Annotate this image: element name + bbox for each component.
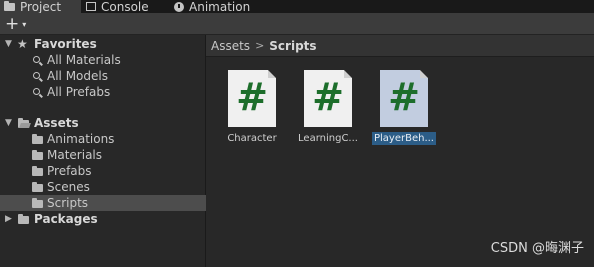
asset-grid: # Character # LearningC... # PlayerBeh..… <box>206 57 594 267</box>
window-tab-bar: Project Console Animation <box>0 0 594 14</box>
sidebar-item-label: Scenes <box>47 180 90 194</box>
breadcrumb-scripts[interactable]: Scripts <box>269 39 316 53</box>
project-sidebar: ▼ ★ Favorites All Materials All Models A… <box>0 35 206 267</box>
tab-console[interactable]: Console <box>86 0 149 14</box>
search-icon <box>33 56 40 63</box>
asset-label-selected: PlayerBeh... <box>371 132 436 145</box>
folder-icon <box>32 134 43 144</box>
asset-item-playerbeh[interactable]: # PlayerBeh... <box>366 70 442 150</box>
console-icon <box>86 2 96 11</box>
folder-icon <box>32 150 43 160</box>
sidebar-item-all-materials[interactable]: All Materials <box>0 52 206 68</box>
tab-project[interactable]: Project <box>0 0 81 14</box>
sidebar-item-all-models[interactable]: All Models <box>0 68 206 84</box>
sidebar-favorites[interactable]: ▼ ★ Favorites <box>0 36 206 52</box>
animation-icon <box>174 1 184 12</box>
chevron-down-icon: ▾ <box>22 19 27 29</box>
sidebar-item-label: Scripts <box>47 196 89 210</box>
tab-console-label: Console <box>101 0 149 14</box>
search-icon <box>33 88 40 95</box>
search-icon <box>33 72 40 79</box>
watermark: CSDN @晦渊子 <box>490 241 584 256</box>
sidebar-packages[interactable]: ▶ Packages <box>0 211 206 227</box>
csharp-script-icon: # <box>380 70 428 127</box>
csharp-script-icon: # <box>228 70 276 127</box>
sidebar-item-animations[interactable]: Animations <box>0 131 206 147</box>
collapse-arrow-icon[interactable]: ▼ <box>5 118 12 128</box>
breadcrumb-separator-icon: > <box>255 39 265 52</box>
sidebar-item-label: Materials <box>47 148 103 162</box>
project-toolbar: + ▾ <box>0 13 594 35</box>
breadcrumb: Assets > Scripts <box>206 35 594 57</box>
folder-icon <box>32 182 43 192</box>
tab-project-label: Project <box>20 0 62 14</box>
asset-item-character[interactable]: # Character <box>214 70 290 150</box>
assets-label: Assets <box>34 116 79 130</box>
tab-animation[interactable]: Animation <box>174 0 251 14</box>
sidebar-item-label: All Models <box>47 69 108 83</box>
create-asset-button[interactable]: + ▾ <box>5 14 26 34</box>
sidebar-item-label: Prefabs <box>47 164 92 178</box>
favorites-label: Favorites <box>34 37 97 51</box>
collapse-arrow-icon[interactable]: ▼ <box>5 39 12 49</box>
tab-animation-label: Animation <box>189 0 251 14</box>
asset-label: LearningC... <box>298 133 358 144</box>
csharp-script-icon: # <box>304 70 352 127</box>
sidebar-assets[interactable]: ▼ Assets <box>0 115 206 131</box>
asset-label: Character <box>227 133 277 144</box>
sidebar-item-label: All Prefabs <box>47 85 111 99</box>
sidebar-item-label: All Materials <box>47 53 121 67</box>
folder-open-icon <box>18 118 29 128</box>
folder-icon <box>4 0 15 11</box>
sidebar-item-scenes[interactable]: Scenes <box>0 179 206 195</box>
packages-label: Packages <box>34 212 98 226</box>
sidebar-item-all-prefabs[interactable]: All Prefabs <box>0 84 206 100</box>
sidebar-item-label: Animations <box>47 132 115 146</box>
star-icon: ★ <box>17 37 28 51</box>
sidebar-item-scripts[interactable]: Scripts <box>0 195 206 211</box>
sidebar-item-prefabs[interactable]: Prefabs <box>0 163 206 179</box>
folder-icon <box>32 198 43 208</box>
asset-item-learningc[interactable]: # LearningC... <box>290 70 366 150</box>
folder-icon <box>18 214 29 224</box>
plus-icon: + <box>5 13 20 34</box>
folder-icon <box>32 166 43 176</box>
breadcrumb-assets[interactable]: Assets <box>211 39 250 53</box>
expand-arrow-icon[interactable]: ▶ <box>5 214 12 224</box>
sidebar-item-materials[interactable]: Materials <box>0 147 206 163</box>
